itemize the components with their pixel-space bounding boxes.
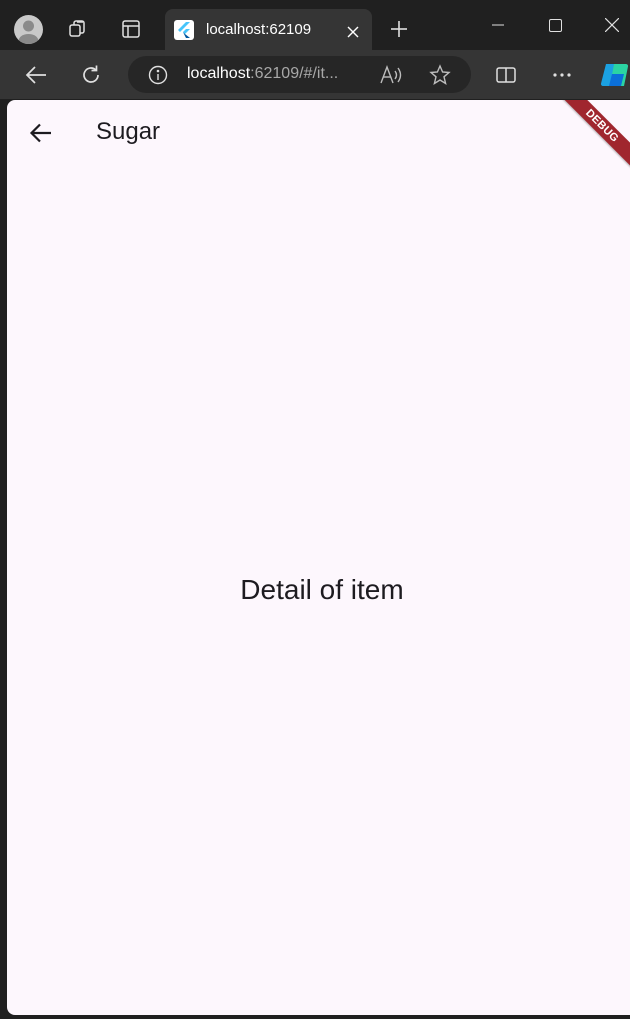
read-aloud-icon[interactable] — [379, 64, 403, 86]
page-viewport: Sugar Detail of item DEBUG — [7, 100, 630, 1015]
tab-close-icon[interactable] — [343, 22, 363, 42]
star-icon[interactable] — [428, 64, 452, 86]
maximize-icon — [548, 18, 562, 32]
active-tab[interactable]: localhost:62109 — [165, 9, 372, 50]
tab-strip: localhost:62109 — [0, 0, 630, 50]
refresh-icon — [83, 65, 99, 83]
maximize-button[interactable] — [535, 8, 575, 42]
flutter-logo-icon — [174, 20, 194, 40]
split-screen-icon — [496, 67, 516, 83]
profile-avatar-icon[interactable] — [14, 15, 43, 44]
copilot-icon[interactable] — [600, 62, 630, 88]
tab-actions-icon[interactable] — [116, 14, 146, 44]
app-bar: Sugar — [7, 100, 630, 166]
detail-text: Detail of item — [240, 574, 404, 605]
new-tab-button[interactable] — [384, 14, 414, 44]
address-bar[interactable]: localhost:62109/#/it... — [128, 56, 471, 93]
minimize-icon — [492, 24, 504, 26]
page-title: Sugar — [96, 118, 161, 145]
window-close-button[interactable] — [592, 8, 630, 42]
more-button[interactable] — [547, 60, 577, 90]
tab-title: localhost:62109 — [206, 21, 312, 38]
url-host: localhost — [187, 65, 251, 82]
split-screen-button[interactable] — [491, 60, 521, 90]
url-text: localhost:62109/#/it... — [187, 65, 338, 83]
browser-window: localhost:62109 localhost:62109/#/it... … — [0, 0, 630, 1019]
info-icon[interactable] — [147, 64, 169, 86]
workspaces-icon[interactable] — [63, 14, 93, 44]
close-icon — [605, 18, 619, 32]
back-button[interactable] — [21, 60, 51, 90]
back-arrow-icon — [25, 66, 46, 84]
browser-toolbar: localhost:62109/#/it... — [0, 50, 630, 99]
more-icon — [553, 73, 571, 77]
refresh-button[interactable] — [76, 60, 106, 90]
minimize-button[interactable] — [478, 8, 518, 42]
url-rest: :62109/#/it... — [250, 65, 339, 82]
plus-icon — [391, 21, 407, 37]
back-arrow-icon — [29, 123, 51, 143]
app-back-button[interactable] — [25, 117, 57, 149]
